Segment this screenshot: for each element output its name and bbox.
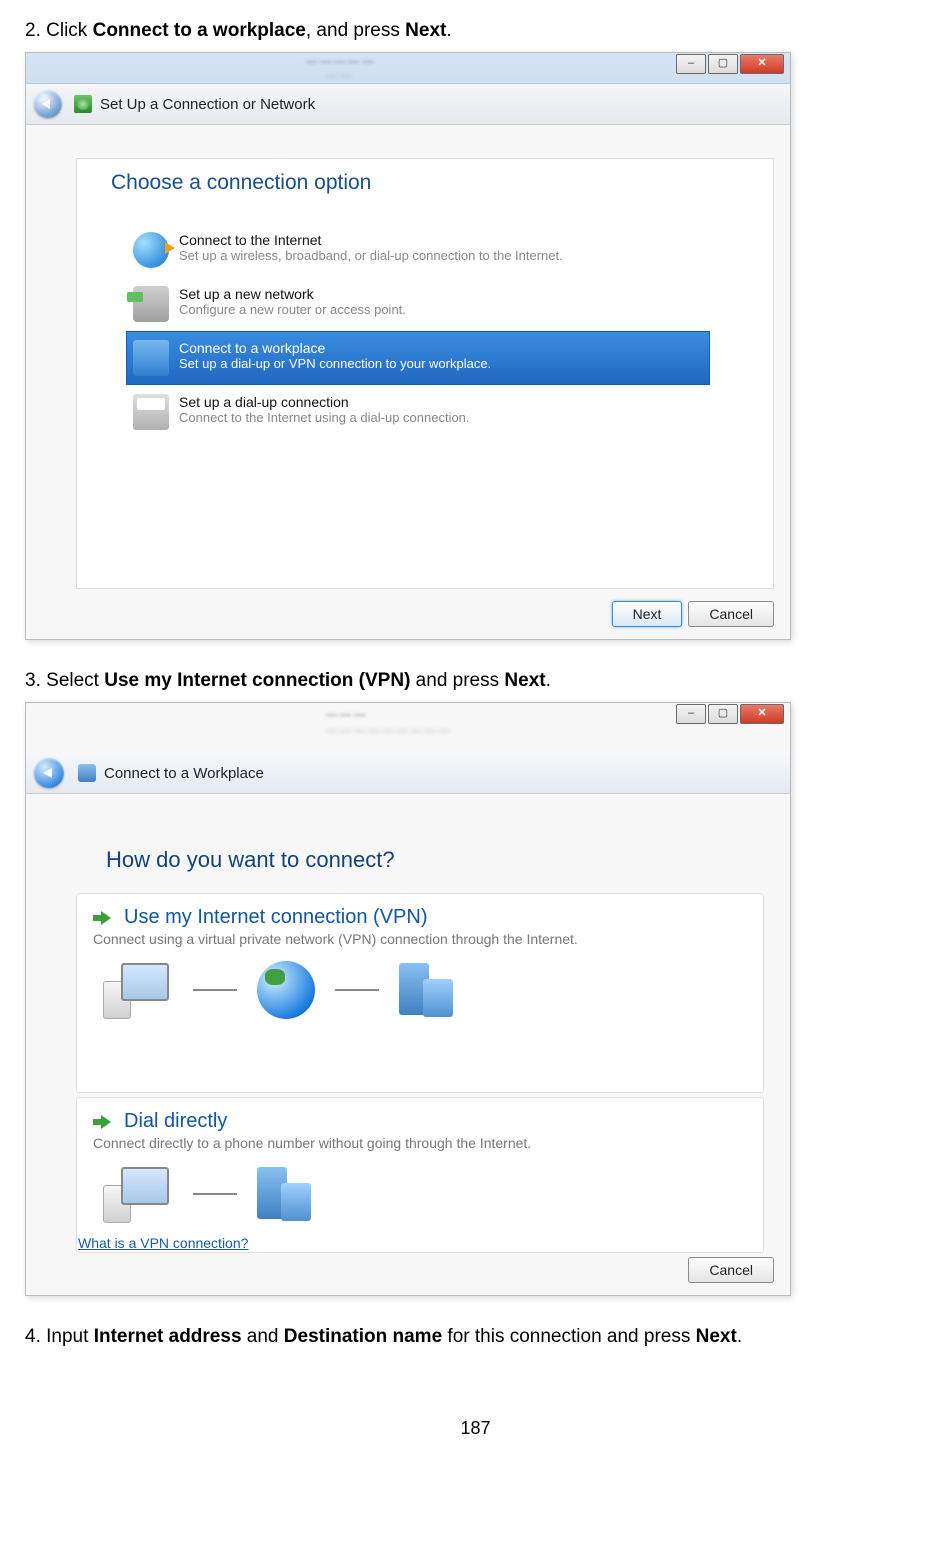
modem-icon	[133, 394, 169, 430]
option-setup-network[interactable]: Set up a new network Configure a new rou…	[126, 277, 710, 331]
card-subtitle: Connect using a virtual private network …	[93, 931, 747, 947]
option-title: Set up a new network	[179, 286, 406, 302]
step-4-text: 4. Input Internet address and Destinatio…	[25, 1326, 926, 1348]
titlebar-blurred-text: — — —	[326, 709, 365, 721]
titlebar-blurred-text2: — —	[326, 70, 351, 82]
window-titlebar-blurred: — — — — — — — – ▢ ✕	[26, 53, 790, 84]
option-subtitle: Configure a new router or access point.	[179, 302, 406, 317]
option-subtitle: Set up a wireless, broadband, or dial-up…	[179, 248, 563, 263]
server-icon	[399, 961, 459, 1019]
network-icon	[74, 95, 92, 113]
connection-line-icon	[193, 1193, 237, 1195]
card-title: Dial directly	[124, 1110, 227, 1132]
wizard-header: Set Up a Connection or Network	[26, 84, 790, 125]
wizard-heading: How do you want to connect?	[106, 847, 395, 873]
back-button[interactable]	[34, 90, 62, 118]
next-button[interactable]: Next	[612, 601, 683, 627]
screenshot-connect-workplace: — — — — — — — — — — — — – ▢ ✕ Connect to…	[25, 702, 791, 1296]
titlebar-blurred-text2: — — — — — — — — —	[326, 725, 449, 737]
cancel-button[interactable]: Cancel	[688, 601, 774, 627]
wizard-title: Set Up a Connection or Network	[100, 96, 315, 113]
titlebar-blurred-text: — — — — —	[306, 56, 373, 68]
screenshot-connection-option: — — — — — — — – ▢ ✕ Set Up a Connection …	[25, 52, 791, 640]
step-3-text: 3. Select Use my Internet connection (VP…	[25, 670, 926, 692]
option-dialup[interactable]: Set up a dial-up connection Connect to t…	[126, 385, 710, 439]
connection-line-icon	[193, 989, 237, 991]
arrow-right-icon	[93, 911, 111, 925]
maximize-button[interactable]: ▢	[708, 704, 738, 724]
option-title: Connect to a workplace	[179, 340, 491, 356]
card-subtitle: Connect directly to a phone number witho…	[93, 1135, 747, 1151]
card-title: Use my Internet connection (VPN)	[124, 906, 427, 928]
globe-icon	[257, 961, 315, 1019]
close-button[interactable]: ✕	[740, 54, 784, 74]
wizard-heading: Choose a connection option	[111, 171, 371, 195]
option-title: Connect to the Internet	[179, 232, 563, 248]
option-title: Set up a dial-up connection	[179, 394, 470, 410]
computer-icon	[103, 1165, 173, 1223]
page-number: 187	[25, 1418, 926, 1439]
workplace-icon	[78, 764, 96, 782]
step-num: 2.	[25, 20, 41, 41]
close-button[interactable]: ✕	[740, 704, 784, 724]
minimize-button[interactable]: –	[676, 54, 706, 74]
what-is-vpn-link[interactable]: What is a VPN connection?	[78, 1235, 248, 1251]
server-icon	[133, 340, 169, 376]
step-num: 4.	[25, 1326, 41, 1347]
option-dial-directly[interactable]: Dial directly Connect directly to a phon…	[76, 1097, 764, 1253]
window-titlebar-blurred: — — — — — — — — — — — — – ▢ ✕	[26, 703, 790, 753]
minimize-button[interactable]: –	[676, 704, 706, 724]
maximize-button[interactable]: ▢	[708, 54, 738, 74]
option-connect-internet[interactable]: Connect to the Internet Set up a wireles…	[126, 223, 710, 277]
illustration-direct-path	[93, 1165, 747, 1223]
option-subtitle: Connect to the Internet using a dial-up …	[179, 410, 470, 425]
illustration-internet-path	[93, 961, 747, 1019]
option-connect-workplace[interactable]: Connect to a workplace Set up a dial-up …	[126, 331, 710, 385]
step-2-text: 2. Click Connect to a workplace, and pre…	[25, 20, 926, 42]
option-subtitle: Set up a dial-up or VPN connection to yo…	[179, 356, 491, 371]
wizard-title: Connect to a Workplace	[104, 765, 264, 782]
option-use-internet-vpn[interactable]: Use my Internet connection (VPN) Connect…	[76, 893, 764, 1093]
connection-line-icon	[335, 989, 379, 991]
back-button[interactable]	[34, 758, 64, 788]
arrow-right-icon	[93, 1115, 111, 1129]
server-icon	[257, 1165, 317, 1223]
step-num: 3.	[25, 670, 41, 691]
globe-arrow-icon	[133, 232, 169, 268]
cancel-button[interactable]: Cancel	[688, 1257, 774, 1283]
router-icon	[133, 286, 169, 322]
wizard-header: Connect to a Workplace	[26, 753, 790, 794]
computer-icon	[103, 961, 173, 1019]
